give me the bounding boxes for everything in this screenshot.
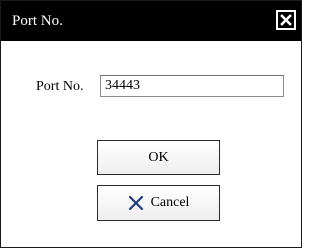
port-dialog: Port No. Port No. OK Cancel (0, 0, 302, 248)
port-input[interactable] (100, 75, 284, 97)
ok-button[interactable]: OK (97, 140, 220, 175)
close-button[interactable] (276, 10, 296, 30)
cancel-button-label: Cancel (150, 195, 190, 210)
ok-button-label: OK (148, 149, 169, 165)
cancel-button[interactable]: Cancel (97, 185, 220, 221)
x-icon (128, 195, 143, 211)
dialog-title: Port No. (12, 13, 63, 29)
port-label: Port No. (36, 79, 84, 94)
close-icon (280, 14, 292, 26)
title-bar[interactable]: Port No. (1, 1, 301, 41)
